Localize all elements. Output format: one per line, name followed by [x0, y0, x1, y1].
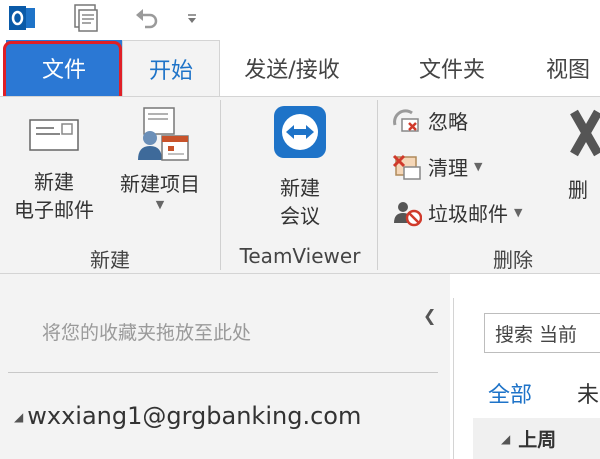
new-meeting-label-1: 新建	[280, 176, 320, 200]
group-label-teamviewer: TeamViewer	[239, 244, 361, 268]
quick-access-toolbar	[0, 0, 600, 40]
group-label-new: 新建	[90, 248, 130, 272]
clean-up-button[interactable]: 清理 ▼	[392, 152, 482, 181]
junk-dropdown-icon: ▼	[514, 205, 523, 219]
teamviewer-icon	[274, 106, 326, 158]
tab-view-label: 视图	[545, 58, 590, 83]
group-label-delete: 删除	[493, 248, 533, 272]
new-items-button[interactable]: 新建项目 ▼	[108, 106, 212, 212]
new-email-label-2: 电子邮件	[14, 198, 94, 222]
account-folder[interactable]: ◢ wxxiang1@grgbanking.com	[14, 402, 361, 430]
junk-icon	[394, 201, 422, 226]
ignore-icon	[393, 108, 419, 132]
collapse-triangle-icon: ◢	[501, 431, 511, 446]
tab-home[interactable]: 开始	[122, 40, 220, 96]
expand-triangle-icon[interactable]: ◢	[14, 410, 23, 424]
nav-divider	[8, 372, 438, 373]
tab-send-receive[interactable]: 发送/接收	[222, 40, 362, 96]
group-header-last-week[interactable]: ◢ 上周	[473, 418, 600, 459]
new-meeting-label-2: 会议	[280, 204, 320, 228]
ribbon-separator	[220, 100, 221, 270]
favorites-drop-hint: 将您的收藏夹拖放至此处	[42, 322, 252, 344]
junk-label: 垃圾邮件	[428, 202, 508, 226]
ribbon-separator	[377, 100, 378, 270]
new-meeting-button[interactable]: 新建 会议	[250, 104, 350, 230]
account-name: wxxiang1@grgbanking.com	[27, 402, 362, 430]
tab-folder[interactable]: 文件夹	[392, 40, 512, 96]
collapse-pane-icon[interactable]: ❮	[423, 306, 436, 325]
new-items-dropdown-icon: ▼	[155, 198, 165, 211]
filter-all[interactable]: 全部	[488, 377, 532, 409]
tab-send-receive-label: 发送/接收	[244, 58, 340, 83]
search-placeholder: 搜索 当前	[495, 324, 578, 346]
tab-view[interactable]: 视图	[530, 40, 600, 96]
file-tab-highlight-box	[3, 41, 122, 103]
tab-folder-label: 文件夹	[418, 58, 485, 83]
filter-unread[interactable]: 未	[577, 377, 599, 409]
clean-up-dropdown-icon: ▼	[474, 159, 483, 173]
new-email-icon	[29, 119, 79, 151]
clean-up-icon	[392, 154, 421, 180]
new-email-label-1: 新建	[34, 170, 74, 194]
delete-icon	[570, 109, 600, 157]
junk-button[interactable]: 垃圾邮件 ▼	[392, 198, 522, 227]
undo-icon[interactable]	[126, 0, 166, 36]
outlook-icon[interactable]	[2, 0, 42, 36]
navigation-pane	[0, 274, 450, 459]
new-items-label: 新建项目	[120, 172, 200, 196]
tab-home-label: 开始	[148, 58, 193, 84]
clean-up-label: 清理	[428, 156, 468, 180]
new-email-button[interactable]: 新建 电子邮件	[4, 108, 104, 224]
customize-dropdown-icon[interactable]	[180, 0, 204, 36]
delete-button[interactable]: 删	[568, 104, 600, 204]
ignore-label: 忽略	[428, 110, 468, 134]
group-header-label: 上周	[518, 429, 557, 451]
send-receive-icon[interactable]	[66, 0, 106, 36]
search-input[interactable]: 搜索 当前	[484, 313, 600, 353]
delete-label: 删	[568, 178, 588, 202]
new-items-icon	[138, 107, 189, 161]
ignore-button[interactable]: 忽略	[392, 106, 468, 135]
